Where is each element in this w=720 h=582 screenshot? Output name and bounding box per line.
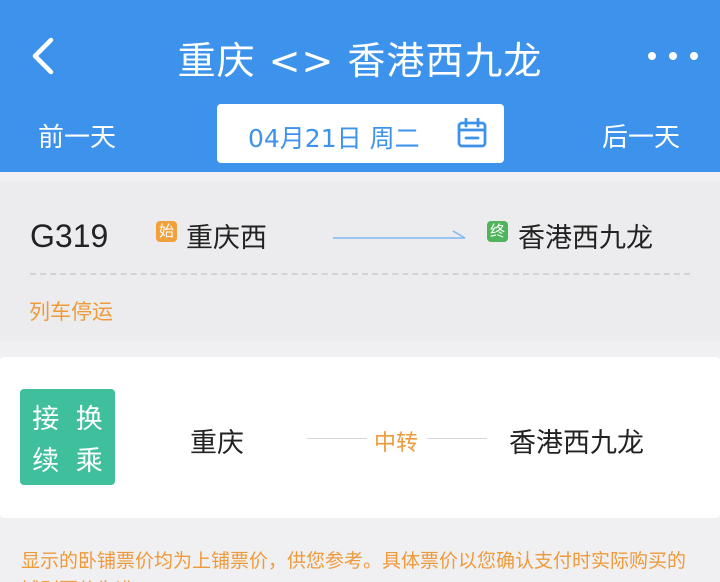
transfer-to: 香港西九龙 [509, 428, 644, 459]
divider [30, 273, 690, 275]
transfer-from: 重庆 [190, 428, 244, 459]
date-label: 04月21日 周二 [248, 124, 420, 153]
divider-line [307, 438, 367, 439]
transfer-label: 中转 [374, 431, 419, 456]
more-dots-icon [648, 52, 656, 60]
transfer-badge-char: 接 [32, 403, 60, 435]
transfer-badge-char: 乘 [75, 445, 103, 477]
divider-line [427, 438, 487, 439]
arrival-station: 香港西九龙 [518, 223, 653, 254]
end-badge: 终 [487, 221, 508, 242]
transfer-badge: 接 换 续 乘 [20, 389, 115, 485]
train-status: 列车停运 [29, 300, 113, 324]
train-number: G319 [30, 218, 109, 254]
departure-station: 重庆西 [186, 223, 267, 254]
prev-day-button[interactable]: 前一天 [38, 117, 116, 154]
price-note: 显示的卧铺票价均为上铺票价，供您参考。具体票价以您确认支付时实际购买的铺别票价为… [21, 550, 687, 582]
arrow-right-icon [333, 230, 466, 239]
transfer-badge-char: 换 [75, 403, 103, 435]
next-day-button[interactable]: 后一天 [602, 117, 680, 154]
transfer-badge-char: 续 [32, 445, 60, 477]
more-button[interactable] [648, 38, 698, 74]
page-title: 重庆 <> 香港西九龙 [177, 39, 543, 83]
date-selector[interactable]: 04月21日 周二 [217, 104, 504, 163]
calendar-icon [457, 118, 487, 148]
start-badge: 始 [156, 221, 177, 242]
